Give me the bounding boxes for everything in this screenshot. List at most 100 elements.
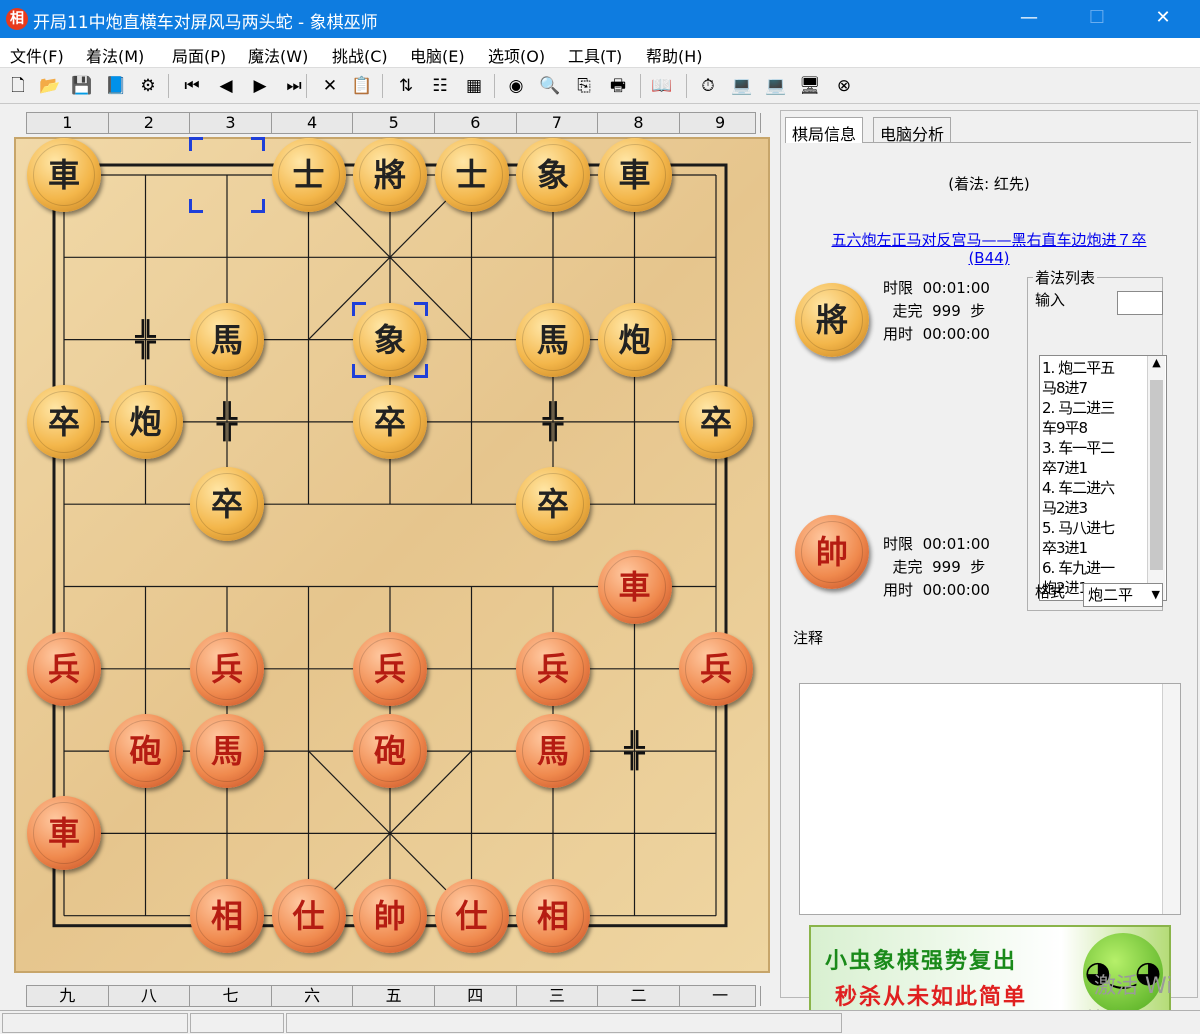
first-move-icon[interactable]: ⏮ <box>180 74 204 98</box>
opening-link[interactable]: 五六炮左正马对反宫马——黑右直车边炮进７卒 (B44) <box>797 231 1181 267</box>
book-icon[interactable]: 📘 <box>104 74 128 98</box>
move-hint-marker[interactable]: ╬ <box>531 400 575 444</box>
menu-file[interactable]: 文件(F) <box>10 43 64 67</box>
paste-icon[interactable]: 📋 <box>350 74 374 98</box>
black-piece[interactable]: 卒 <box>190 467 264 542</box>
format-select[interactable]: 炮二平 ▼ <box>1083 583 1163 607</box>
black-piece[interactable]: 卒 <box>27 384 101 459</box>
notes-textarea[interactable] <box>799 683 1181 915</box>
black-piece[interactable]: 卒 <box>353 384 427 459</box>
game-info-pane: (着法: 红先) 五六炮左正马对反宫马——黑右直车边炮进７卒 (B44) 將 时… <box>787 142 1191 1019</box>
flip-board-icon[interactable]: ⇅ <box>394 74 418 98</box>
menu-options[interactable]: 选项(O) <box>488 43 545 67</box>
movelist-title: 着法列表 <box>1033 267 1098 288</box>
engine-icon[interactable]: ◉ <box>504 74 528 98</box>
black-piece[interactable]: 卒 <box>516 467 590 542</box>
close-button[interactable]: ✕ <box>1140 0 1186 38</box>
red-piece[interactable]: 馬 <box>516 714 590 789</box>
next-move-icon[interactable]: ▶ <box>248 74 272 98</box>
black-used-label: 用时 <box>883 325 914 343</box>
info-panel: 棋局信息 电脑分析 (着法: 红先) 五六炮左正马对反宫马——黑右直车边炮进７卒… <box>780 110 1198 1019</box>
last-move-icon[interactable]: ⏭ <box>282 74 306 98</box>
open-folder-icon[interactable]: 📂 <box>38 74 62 98</box>
red-moves-unit: 步 <box>970 558 986 576</box>
delete-icon[interactable]: ✕ <box>318 74 342 98</box>
black-piece[interactable]: 車 <box>597 138 672 212</box>
red-piece[interactable]: 兵 <box>353 631 427 706</box>
scroll-thumb[interactable] <box>1150 380 1163 570</box>
black-piece[interactable]: 炮 <box>108 384 183 459</box>
red-piece[interactable]: 相 <box>190 878 264 953</box>
notes-scrollbar[interactable] <box>1162 684 1180 914</box>
move-input-field[interactable] <box>1117 291 1163 315</box>
red-piece[interactable]: 車 <box>27 796 101 871</box>
movelist-scrollbar[interactable]: ▲ ▼ <box>1147 356 1165 600</box>
tab-engine-analysis[interactable]: 电脑分析 <box>873 117 952 144</box>
toolbar-separator <box>168 74 169 98</box>
black-piece[interactable]: 馬 <box>190 302 264 377</box>
black-piece[interactable]: 象 <box>516 138 590 212</box>
save-icon[interactable]: 💾 <box>70 74 94 98</box>
new-file-icon[interactable]: 🗋 <box>6 74 30 98</box>
toolbar-separator <box>686 74 687 98</box>
red-piece[interactable]: 帥 <box>353 878 427 953</box>
red-piece[interactable]: 砲 <box>353 714 427 789</box>
black-piece[interactable]: 士 <box>271 138 346 212</box>
black-piece[interactable]: 馬 <box>516 302 590 377</box>
menu-tools[interactable]: 工具(T) <box>568 43 622 67</box>
settings-icon[interactable]: ⚙ <box>136 74 160 98</box>
red-piece[interactable]: 兵 <box>516 631 590 706</box>
move-hint-marker[interactable]: ╬ <box>124 318 168 362</box>
maximize-button[interactable]: ☐ <box>1074 0 1120 38</box>
red-player-piece: 帥 <box>795 515 869 589</box>
black-piece[interactable]: 卒 <box>679 384 753 459</box>
stop-icon[interactable]: ⊗ <box>832 74 856 98</box>
menu-help[interactable]: 帮助(H) <box>646 43 703 67</box>
red-piece[interactable]: 兵 <box>679 631 753 706</box>
banner-line2: 秒杀从未如此简单 <box>835 985 1028 1010</box>
menu-magic[interactable]: 魔法(W) <box>248 43 308 67</box>
calculator-icon[interactable]: ▦ <box>462 74 486 98</box>
minimize-button[interactable]: — <box>1006 0 1052 38</box>
black-piece[interactable]: 炮 <box>597 302 672 377</box>
red-piece[interactable]: 車 <box>597 549 672 624</box>
computer-icon[interactable]: 💻 <box>730 74 754 98</box>
red-piece[interactable]: 仕 <box>434 878 509 953</box>
library-icon[interactable]: 📖 <box>650 74 674 98</box>
xiangqi-board[interactable]: ╬ ╬ ╬ ╬ 車士將士象車馬象馬炮卒炮卒卒卒卒車兵兵兵兵兵砲馬砲馬車相仕帥仕相 <box>14 137 770 973</box>
black-player-piece: 將 <box>795 283 869 357</box>
red-piece[interactable]: 兵 <box>27 631 101 706</box>
window-title: 开局11中炮直横车对屏风马两头蛇 - 象棋巫师 <box>33 13 378 33</box>
tree-icon[interactable]: ☷ <box>428 74 452 98</box>
black-piece[interactable]: 車 <box>27 138 101 212</box>
scroll-up-icon[interactable]: ▲ <box>1148 356 1165 374</box>
move-hint-marker[interactable]: ╬ <box>205 400 249 444</box>
clock-icon[interactable]: ⏱ <box>696 74 720 98</box>
red-piece[interactable]: 相 <box>516 878 590 953</box>
menu-computer[interactable]: 电脑(E) <box>410 43 465 67</box>
menu-challenge[interactable]: 挑战(C) <box>332 43 388 67</box>
black-piece[interactable]: 將 <box>353 138 427 212</box>
opening-name: 五六炮左正马对反宫马——黑右直车边炮进７卒 <box>831 231 1147 249</box>
red-piece[interactable]: 兵 <box>190 631 264 706</box>
export-icon[interactable]: ⎘ <box>572 74 596 98</box>
red-piece[interactable]: 仕 <box>271 878 346 953</box>
red-piece[interactable]: 馬 <box>190 714 264 789</box>
ruler-label: 三 <box>517 986 599 1006</box>
prev-move-icon[interactable]: ◀ <box>214 74 238 98</box>
monitor-icon[interactable]: 🖥 <box>798 74 822 98</box>
red-piece[interactable]: 砲 <box>108 714 183 789</box>
black-piece[interactable]: 士 <box>434 138 509 212</box>
analysis-icon[interactable]: 🔍 <box>538 74 562 98</box>
ruler-label: 8 <box>598 113 680 133</box>
black-piece[interactable]: 象 <box>353 302 427 377</box>
input-label: 输入 <box>1035 291 1066 309</box>
menu-moves[interactable]: 着法(M) <box>86 43 144 67</box>
menu-position[interactable]: 局面(P) <box>172 43 226 67</box>
move-hint-marker[interactable]: ╬ <box>613 729 657 773</box>
computer2-icon[interactable]: 💻 <box>764 74 788 98</box>
black-moves: 999 <box>932 302 961 320</box>
ruler-label: 七 <box>190 986 272 1006</box>
print-icon[interactable]: 🖶 <box>606 74 630 98</box>
tab-game-info[interactable]: 棋局信息 <box>785 117 864 144</box>
